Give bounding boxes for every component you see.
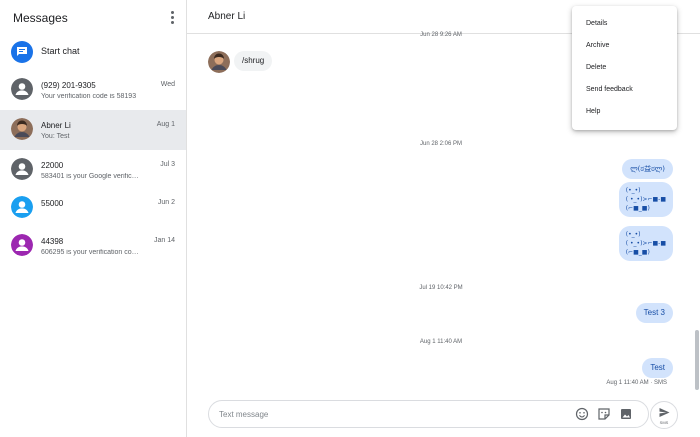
menu-item-details[interactable]: Details bbox=[572, 13, 677, 35]
conversation-date: Jan 14 bbox=[153, 237, 175, 244]
image-icon[interactable] bbox=[619, 407, 633, 421]
message-scrollbar[interactable] bbox=[695, 330, 699, 390]
incoming-message[interactable]: /shrug bbox=[234, 51, 273, 71]
message-timestamp: Jun 28 9:26 AM bbox=[420, 32, 462, 38]
outgoing-message[interactable]: Test bbox=[642, 358, 673, 378]
contact-avatar bbox=[11, 78, 33, 100]
menu-item-delete[interactable]: Delete bbox=[572, 57, 677, 79]
more-options-icon[interactable] bbox=[167, 10, 177, 26]
sidebar-header: Messages bbox=[0, 0, 187, 36]
conversation-snippet: Your verification code is 58193 bbox=[41, 93, 137, 100]
conversation-date: Jun 2 bbox=[157, 199, 175, 206]
conversation-date: Jul 3 bbox=[160, 161, 175, 168]
delivery-status: Aug 1 11:40 AM · SMS bbox=[606, 380, 667, 386]
message-timestamp: Aug 1 11:40 AM bbox=[419, 339, 463, 345]
menu-item-send-feedback[interactable]: Send feedback bbox=[572, 79, 677, 101]
start-chat-button[interactable]: Start chat bbox=[0, 38, 187, 68]
emoji-icon[interactable] bbox=[575, 407, 589, 421]
message-input[interactable] bbox=[219, 407, 549, 421]
conversation-snippet: You: Test bbox=[41, 133, 70, 140]
conversation-name: 22000 bbox=[41, 161, 64, 170]
sticker-icon[interactable] bbox=[597, 407, 611, 421]
conversation-item[interactable]: 55000 Jun 2 bbox=[0, 188, 186, 228]
message-timestamp: Jun 28 2:06 PM bbox=[419, 141, 463, 147]
conversation-date: Aug 1 bbox=[156, 121, 175, 128]
conversation-date: Wed bbox=[160, 81, 175, 88]
overflow-menu: Details Archive Delete Send feedback Hel… bbox=[572, 6, 677, 130]
conversation-name: 44398 bbox=[41, 237, 64, 246]
conversation-name: Abner Li bbox=[41, 121, 71, 130]
send-sublabel: SMS bbox=[659, 420, 669, 425]
contact-avatar bbox=[11, 196, 33, 218]
conversation-item[interactable]: 44398 Jan 14 606295 is your verification… bbox=[0, 226, 186, 266]
app-title: Messages bbox=[13, 11, 68, 25]
conversation-sidebar: Messages Start chat (929) 201-9305 Wed Y… bbox=[0, 0, 187, 437]
start-chat-label: Start chat bbox=[41, 46, 80, 56]
chat-bubble-icon bbox=[11, 41, 33, 63]
conversation-item[interactable]: 22000 Jul 3 583401 is your Google verifi… bbox=[0, 150, 186, 190]
messages-app: Messages Start chat (929) 201-9305 Wed Y… bbox=[0, 0, 700, 437]
conversation-snippet: 583401 is your Google verific… bbox=[41, 173, 139, 180]
contact-avatar bbox=[11, 234, 33, 256]
conversation-title: Abner Li bbox=[208, 11, 246, 22]
menu-item-archive[interactable]: Archive bbox=[572, 35, 677, 57]
outgoing-message[interactable]: (•_•) ( •_•)>⌐■-■ (⌐■_■) bbox=[618, 226, 673, 261]
send-icon bbox=[659, 408, 670, 417]
send-button[interactable]: SMS bbox=[650, 401, 678, 429]
outgoing-message[interactable]: Test 3 bbox=[635, 303, 673, 323]
outgoing-message[interactable]: (•_•) ( •_•)>⌐■-■ (⌐■_■) bbox=[618, 182, 673, 217]
conversation-item-selected[interactable]: Abner Li Aug 1 You: Test bbox=[0, 110, 186, 150]
menu-item-help[interactable]: Help bbox=[572, 101, 677, 123]
message-composer bbox=[208, 400, 649, 428]
contact-photo-avatar bbox=[11, 118, 33, 140]
conversation-name: (929) 201-9305 bbox=[41, 81, 96, 90]
sender-photo-avatar bbox=[208, 51, 230, 73]
conversation-item[interactable]: (929) 201-9305 Wed Your verification cod… bbox=[0, 70, 186, 110]
outgoing-message[interactable]: ლ(ಠ益ಠლ) bbox=[622, 159, 673, 179]
conversation-snippet: 606295 is your verification co… bbox=[41, 249, 139, 256]
message-timestamp: Jul 19 10:42 PM bbox=[419, 285, 463, 291]
conversation-name: 55000 bbox=[41, 199, 64, 208]
contact-avatar bbox=[11, 158, 33, 180]
